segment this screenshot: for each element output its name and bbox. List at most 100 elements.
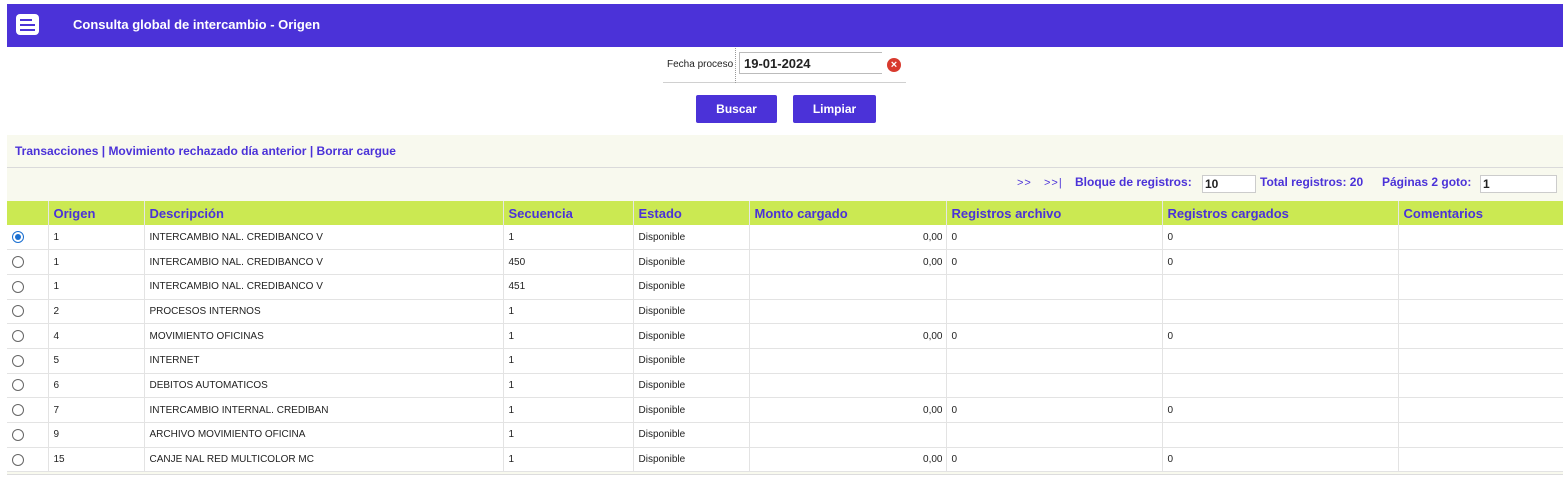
row-radio-button[interactable] [12, 428, 24, 441]
cell-reg-archivo: 0 [946, 397, 1163, 423]
date-input[interactable] [739, 52, 882, 74]
cell-reg-cargados: 0 [1162, 323, 1399, 349]
block-size-input[interactable] [1202, 175, 1256, 193]
row-radio-button[interactable] [12, 305, 24, 318]
cell-estado: Disponible [633, 249, 750, 275]
table-row[interactable]: 15 CANJE NAL RED MULTICOLOR MC 1 Disponible… [7, 447, 1563, 473]
cell-reg-archivo: 0 [946, 323, 1163, 349]
cell-monto [749, 274, 947, 300]
cell-secuencia: 1 [503, 447, 634, 473]
cell-secuencia: 1 [503, 422, 634, 448]
table-row[interactable]: 7 INTERCAMBIO INTERNAL. CREDIBAN 1 Disponib… [7, 397, 1563, 423]
cell-descripcion: INTERCAMBIO NAL. CREDIBANCO V [144, 249, 504, 275]
title-bar: Consulta global de intercambio - Origen [7, 4, 1563, 47]
cell-estado: Disponible [633, 225, 750, 251]
clear-button[interactable]: Limpiar [793, 95, 876, 123]
cell-estado: Disponible [633, 274, 750, 300]
cell-comentarios [1398, 274, 1563, 300]
cell-estado: Disponible [633, 373, 750, 399]
cell-origen: 1 [48, 225, 145, 251]
next-page-button[interactable]: >> [1017, 177, 1032, 189]
column-header[interactable]: Registros cargados [1162, 201, 1399, 225]
table-row[interactable]: 9 ARCHIVO MOVIMIENTO OFICINA 1 Disponible [7, 422, 1563, 448]
cell-reg-archivo: 0 [946, 225, 1163, 251]
cell-monto [749, 373, 947, 399]
total-records-label: Total registros: 20 [1260, 175, 1364, 189]
row-select-cell [7, 447, 49, 473]
cell-monto: 0,00 [749, 249, 947, 275]
row-radio-button[interactable] [12, 231, 24, 244]
table-row[interactable]: 2 PROCESOS INTERNOS 1 Disponible [7, 299, 1563, 325]
cell-origen: 9 [48, 422, 145, 448]
row-radio-button[interactable] [12, 256, 24, 269]
cell-descripcion: INTERCAMBIO INTERNAL. CREDIBAN [144, 397, 504, 423]
page-title: Consulta global de intercambio - Origen [73, 17, 321, 32]
cell-origen: 5 [48, 348, 145, 374]
row-radio-button[interactable] [12, 354, 24, 367]
row-select-cell [7, 299, 49, 325]
cell-estado: Disponible [633, 447, 750, 473]
cell-reg-cargados [1162, 274, 1399, 300]
rechazado-link[interactable]: Movimiento rechazado día anterior [108, 144, 306, 158]
cell-monto: 0,00 [749, 397, 947, 423]
table-row[interactable]: 6 DEBITOS AUTOMATICOS 1 Disponible [7, 373, 1563, 399]
table-row[interactable]: 1 INTERCAMBIO NAL. CREDIBANCO V 1 Disponibl… [7, 225, 1563, 251]
row-radio-button[interactable] [12, 330, 24, 343]
cell-monto [749, 422, 947, 448]
column-header[interactable]: Monto cargado [749, 201, 947, 225]
transacciones-link[interactable]: Transacciones [15, 144, 98, 158]
cell-reg-cargados: 0 [1162, 447, 1399, 473]
cell-descripcion: ARCHIVO MOVIMIENTO OFICINA [144, 422, 504, 448]
cell-estado: Disponible [633, 299, 750, 325]
row-radio-button[interactable] [12, 453, 24, 466]
table-header-row: Origen Descripción Secuencia Estado Mont… [7, 201, 1563, 225]
column-header[interactable]: Descripción [144, 201, 504, 225]
cell-reg-cargados [1162, 373, 1399, 399]
cell-descripcion: INTERCAMBIO NAL. CREDIBANCO V [144, 274, 504, 300]
link-separator: | [309, 144, 314, 158]
column-header[interactable]: Comentarios [1398, 201, 1563, 225]
cell-secuencia: 1 [503, 299, 634, 325]
clear-date-icon[interactable]: × [887, 58, 901, 72]
cell-comentarios [1398, 397, 1563, 423]
row-radio-button[interactable] [12, 379, 24, 392]
column-header[interactable]: Registros archivo [946, 201, 1163, 225]
row-select-cell [7, 348, 49, 374]
cell-origen: 4 [48, 323, 145, 349]
cell-estado: Disponible [633, 397, 750, 423]
cell-estado: Disponible [633, 323, 750, 349]
search-button[interactable]: Buscar [696, 95, 777, 123]
cell-origen: 1 [48, 249, 145, 275]
cell-reg-archivo [946, 373, 1163, 399]
cell-reg-cargados [1162, 422, 1399, 448]
row-select-cell [7, 397, 49, 423]
cell-monto: 0,00 [749, 323, 947, 349]
cell-reg-archivo: 0 [946, 249, 1163, 275]
row-radio-button[interactable] [12, 404, 24, 417]
table-row[interactable]: 5 INTERNET 1 Disponible [7, 348, 1563, 374]
cell-estado: Disponible [633, 348, 750, 374]
cell-origen: 6 [48, 373, 145, 399]
cell-descripcion: INTERCAMBIO NAL. CREDIBANCO V [144, 225, 504, 251]
table-row[interactable]: 1 INTERCAMBIO NAL. CREDIBANCO V 450 Disponi… [7, 249, 1563, 275]
column-header[interactable]: Secuencia [503, 201, 634, 225]
table-row[interactable]: 4 MOVIMIENTO OFICINAS 1 Disponible 0,00 0 0 [7, 323, 1563, 349]
borrar-cargue-link[interactable]: Borrar cargue [317, 144, 396, 158]
column-header[interactable]: Estado [633, 201, 750, 225]
select-column-header [7, 201, 49, 225]
cell-secuencia: 451 [503, 274, 634, 300]
row-radio-button[interactable] [12, 280, 24, 293]
cell-monto [749, 299, 947, 325]
cell-estado: Disponible [633, 422, 750, 448]
row-select-cell [7, 373, 49, 399]
row-select-cell [7, 225, 49, 251]
cell-descripcion: DEBITOS AUTOMATICOS [144, 373, 504, 399]
goto-page-input[interactable] [1480, 175, 1557, 193]
cell-secuencia: 450 [503, 249, 634, 275]
cell-secuencia: 1 [503, 373, 634, 399]
cell-monto: 0,00 [749, 447, 947, 473]
column-header[interactable]: Origen [48, 201, 145, 225]
last-page-button[interactable]: >>| [1044, 177, 1063, 189]
table-row[interactable]: 1 INTERCAMBIO NAL. CREDIBANCO V 451 Disponi… [7, 274, 1563, 300]
cell-descripcion: CANJE NAL RED MULTICOLOR MC [144, 447, 504, 473]
